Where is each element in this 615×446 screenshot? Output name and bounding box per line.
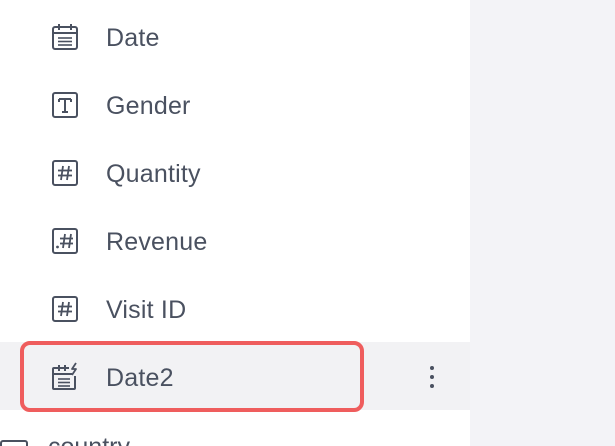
table-label-country: country (48, 432, 130, 446)
field-label-visit-id: Visit ID (106, 296, 187, 324)
field-list-panel: Date Gender Quantity Revenue Visit ID Da… (0, 0, 470, 446)
field-label-quantity: Quantity (106, 160, 201, 188)
field-label-date2: Date2 (106, 364, 174, 392)
table-icon (0, 440, 28, 446)
table-row-country[interactable]: country (0, 420, 470, 446)
more-options-icon[interactable] (418, 360, 446, 394)
field-row-quantity[interactable]: Quantity (0, 138, 470, 206)
field-label-date: Date (106, 24, 160, 52)
calculated-date-icon (52, 362, 77, 390)
decimal-number-type-icon (52, 228, 78, 254)
number-type-icon (52, 296, 78, 322)
number-type-icon (52, 160, 78, 186)
field-row-visit-id[interactable]: Visit ID (0, 274, 470, 342)
field-row-revenue[interactable]: Revenue (0, 206, 470, 274)
field-label-gender: Gender (106, 92, 191, 120)
field-row-date2[interactable]: Date2 (0, 342, 470, 410)
field-row-date[interactable]: Date (0, 2, 470, 70)
calendar-icon (52, 24, 78, 50)
field-row-gender[interactable]: Gender (0, 70, 470, 138)
text-type-icon (52, 92, 78, 118)
field-label-revenue: Revenue (106, 228, 208, 256)
